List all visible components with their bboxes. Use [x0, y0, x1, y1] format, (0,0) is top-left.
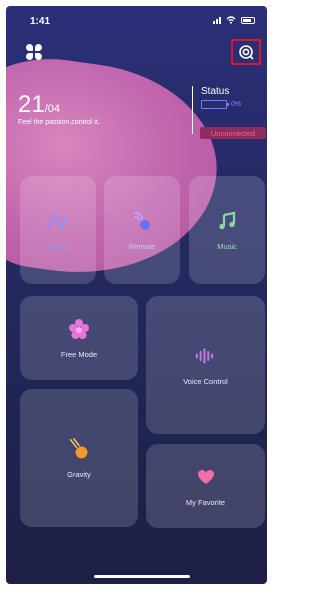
flower-icon [68, 318, 90, 340]
connection-status-badge[interactable]: Unconnected [200, 127, 266, 139]
remote-tile[interactable]: Remote [104, 176, 180, 284]
heart-icon [195, 466, 217, 488]
menu-button[interactable] [26, 44, 42, 60]
voice-control-tile[interactable]: Voice Control [146, 296, 265, 434]
date-month: /04 [44, 103, 60, 115]
music-tile[interactable]: Music [189, 176, 265, 284]
music-note-icon [216, 210, 238, 232]
remote-icon [131, 210, 153, 232]
music-label: Music [217, 241, 237, 251]
date-display: 21/04 [18, 91, 60, 119]
status-title: Status [201, 86, 230, 97]
free-mode-tile[interactable]: Free Mode [20, 296, 138, 380]
wave-icon [47, 210, 69, 232]
app-screen: 1:41 21/04 Feel the passion,control it. … [6, 6, 267, 584]
my-favorite-label: My Favorite [185, 497, 226, 507]
gravity-ball-icon [68, 437, 90, 460]
home-indicator[interactable] [94, 575, 190, 578]
my-favorite-tile[interactable]: My Favorite [146, 444, 265, 528]
battery-percent: 0% [231, 101, 242, 108]
wifi-icon [226, 16, 236, 24]
support-icon [239, 45, 254, 60]
pattern-tile[interactable]: Pattern [20, 176, 96, 284]
signal-icon [213, 16, 221, 24]
remote-label: Remote [128, 241, 156, 251]
status-icons [213, 16, 255, 24]
support-button[interactable] [231, 39, 261, 65]
pattern-label: Pattern [45, 241, 71, 251]
date-day: 21 [18, 91, 45, 118]
gravity-label: Gravity [67, 469, 91, 479]
audio-waves-icon [195, 345, 217, 367]
free-mode-label: Free Mode [60, 349, 98, 359]
device-battery-icon [201, 100, 229, 109]
status-bar: 1:41 [6, 6, 267, 36]
tagline: Feel the passion,control it. [18, 119, 100, 126]
status-time: 1:41 [30, 16, 51, 27]
battery-icon [241, 16, 255, 24]
gravity-tile[interactable]: Gravity [20, 389, 138, 527]
voice-control-label: Voice Control [183, 376, 228, 386]
